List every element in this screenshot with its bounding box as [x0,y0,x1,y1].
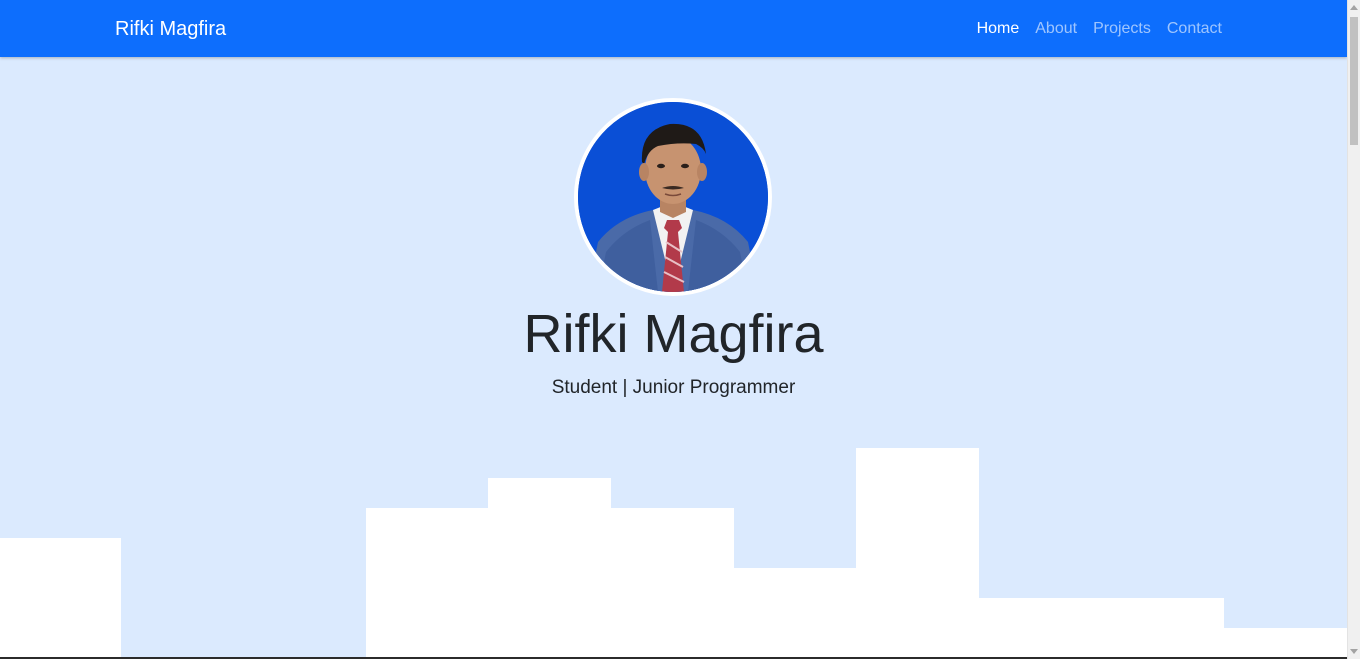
skyline-wave-decoration [0,448,1347,659]
profile-photo-icon [578,102,768,292]
hero-tagline: Student | Junior Programmer [551,377,796,398]
scroll-up-arrow-icon[interactable] [1350,5,1358,10]
profile-avatar [574,98,772,296]
nav-link-projects[interactable]: Projects [1093,19,1151,39]
browser-viewport: Rifki Magfira Home About Projects Contac… [0,0,1360,659]
nav-link-about[interactable]: About [1035,19,1077,39]
navbar: Rifki Magfira Home About Projects Contac… [0,0,1347,57]
scrollbar-thumb[interactable] [1350,17,1358,145]
nav-link-home[interactable]: Home [977,19,1020,39]
nav-links: Home About Projects Contact [977,19,1222,39]
vertical-scrollbar[interactable] [1347,0,1360,659]
hero-name: Rifki Magfira [523,304,824,364]
scroll-down-arrow-icon[interactable] [1350,649,1358,654]
page: Rifki Magfira Home About Projects Contac… [0,0,1347,659]
navbar-brand[interactable]: Rifki Magfira [115,17,226,41]
nav-link-contact[interactable]: Contact [1167,19,1222,39]
